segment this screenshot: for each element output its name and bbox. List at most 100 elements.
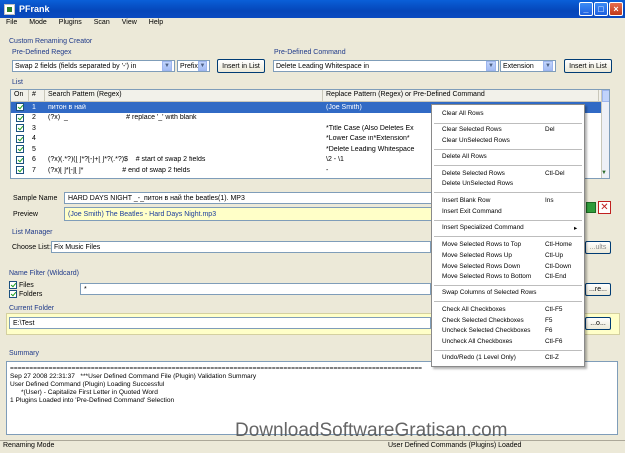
files-checkbox[interactable] (9, 281, 17, 289)
col-on[interactable]: On (11, 90, 29, 101)
row-checkbox[interactable] (16, 113, 24, 122)
summary-line: User Defined Command (Plugin) Loading Su… (10, 381, 165, 388)
menu-move-to-bottom[interactable]: Move Selected Rows to Bottom (442, 273, 531, 280)
shortcut-ctl-del: Ctl-Del (545, 170, 565, 177)
choose-list-select[interactable]: Fix Music Files (51, 241, 431, 253)
chevron-down-icon: ▼ (543, 61, 553, 71)
shortcut-ctl-f5: Ctl-F5 (545, 306, 563, 313)
name-filter-label: Name Filter (Wildcard) (9, 270, 80, 277)
status-mode: Renaming Mode (3, 442, 55, 449)
menu-move-to-top[interactable]: Move Selected Rows to Top (442, 241, 521, 248)
menu-clear-all-rows[interactable]: Clear All Rows (442, 110, 484, 117)
prefix-select[interactable]: Prefix ▼ (177, 60, 210, 72)
row-search[interactable]: (?x) _ # replace '_' with blank (45, 114, 323, 121)
row-checkbox[interactable] (16, 103, 24, 112)
preview-label: Preview (13, 211, 38, 218)
menu-separator (434, 165, 582, 166)
summary-line: Sep 27 2008 22:31:37 ***User Defined Com… (10, 373, 257, 380)
menu-separator (434, 149, 582, 150)
menu-separator (434, 123, 582, 124)
shortcut-ins: Ins (545, 197, 554, 204)
row-number: 3 (32, 124, 36, 132)
menu-check-selected[interactable]: Check Selected Checkboxes (442, 317, 524, 324)
status-plugins: User Defined Commands (Plugins) Loaded (388, 442, 522, 449)
sample-name-field[interactable]: HARD DAYS NIGHT _-_питон в най the beatl… (64, 192, 444, 204)
col-replace[interactable]: Replace Pattern (Regex) or Pre-Defined C… (323, 90, 599, 101)
insert-command-button[interactable]: Insert in List (564, 59, 612, 73)
menu-move-down[interactable]: Move Selected Rows Down (442, 263, 520, 270)
menu-plugins[interactable]: Plugins (53, 18, 88, 30)
menu-undo-redo[interactable]: Undo/Redo (1 Level Only) (442, 354, 516, 361)
wildcard-input[interactable]: * (80, 283, 431, 295)
row-number: 7 (32, 166, 36, 174)
menu-mode[interactable]: Mode (23, 18, 53, 30)
watermark-text: DownloadSoftwareGratisan.com (235, 420, 508, 441)
row-checkbox[interactable] (16, 145, 24, 154)
menu-delete-unselected-rows[interactable]: Delete UnSelected Rows (442, 180, 513, 187)
row-checkbox[interactable] (16, 124, 24, 133)
cancel-x-icon[interactable]: ✕ (598, 201, 611, 214)
prefix-select-value: Prefix (180, 62, 198, 70)
list-defaults-button[interactable]: ...ults (585, 241, 611, 254)
menu-delete-all-rows[interactable]: Delete All Rows (442, 153, 487, 160)
menu-clear-unselected-rows[interactable]: Clear UnSelected Rows (442, 137, 510, 144)
browse-folder-button[interactable]: ...o... (585, 317, 611, 330)
menu-separator (434, 301, 582, 302)
menu-move-up[interactable]: Move Selected Rows Up (442, 252, 512, 259)
menu-clear-selected-rows[interactable]: Clear Selected Rows (442, 126, 502, 133)
scroll-up-arrow[interactable] (602, 90, 609, 102)
folders-checkbox[interactable] (9, 290, 17, 298)
menu-view[interactable]: View (116, 18, 143, 30)
minimize-button[interactable]: _ (579, 2, 593, 16)
summary-line: *(User) - Capitalize First Letter in Quo… (10, 389, 158, 396)
menu-scan[interactable]: Scan (88, 18, 116, 30)
shortcut-f6: F6 (545, 327, 553, 334)
menu-insert-blank-row[interactable]: Insert Blank Row (442, 197, 490, 204)
menu-insert-specialized-command[interactable]: Insert Specialized Command (442, 224, 524, 231)
row-checkbox[interactable] (16, 134, 24, 143)
menu-uncheck-selected[interactable]: Uncheck Selected Checkboxes (442, 327, 530, 334)
folders-checkbox-row[interactable]: Folders (9, 290, 42, 298)
row-checkbox[interactable] (16, 166, 24, 175)
menu-help[interactable]: Help (143, 18, 169, 30)
summary-line: 1 Plugins Loaded into 'Pre-Defined Comma… (10, 397, 175, 404)
menu-separator (434, 350, 582, 351)
title-bar: PFrank _ □ × (0, 0, 625, 18)
shortcut-del: Del (545, 126, 555, 133)
row-number: 1 (32, 103, 36, 111)
current-folder-field[interactable]: E:\Test (9, 317, 431, 329)
scroll-down-arrow[interactable]: ▼ (601, 170, 607, 176)
menu-check-all[interactable]: Check All Checkboxes (442, 306, 506, 313)
menu-uncheck-all[interactable]: Uncheck All Checkboxes (442, 338, 512, 345)
filter-more-button[interactable]: ...re... (585, 283, 611, 296)
run-arrow-icon[interactable] (586, 202, 596, 213)
shortcut-ctl-f6: Ctl-F6 (545, 338, 563, 345)
close-button[interactable]: × (609, 2, 623, 16)
sample-label: Sample Name (13, 195, 58, 202)
menu-swap-columns[interactable]: Swap Columns of Selected Rows (442, 289, 536, 296)
table-header: On # Search Pattern (Regex) Replace Patt… (11, 90, 609, 102)
choose-list-label: Choose List: (12, 244, 51, 251)
col-search[interactable]: Search Pattern (Regex) (45, 90, 323, 101)
files-label: Files (19, 281, 34, 289)
row-search[interactable]: питон в най (45, 104, 323, 111)
files-checkbox-row[interactable]: Files (9, 281, 34, 289)
row-search[interactable]: (?x)(.*?)([ ]*?[-]+[ ]*?(.*?)$ # start o… (45, 156, 323, 163)
current-folder-label: Current Folder (9, 305, 55, 312)
menu-insert-exit-command[interactable]: Insert Exit Command (442, 208, 502, 215)
menu-delete-selected-rows[interactable]: Delete Selected Rows (442, 170, 505, 177)
menu-file[interactable]: File (0, 18, 23, 30)
col-num[interactable]: # (29, 90, 45, 101)
insert-regex-button[interactable]: Insert in List (217, 59, 265, 73)
menu-separator (434, 236, 582, 237)
regex-select[interactable]: Swap 2 fields (fields separated by '-') … (12, 60, 175, 72)
maximize-button[interactable]: □ (594, 2, 608, 16)
extension-select[interactable]: Extension ▼ (500, 60, 556, 72)
row-search[interactable]: (?x)[ ]*[-][ ]* # end of swap 2 fields (45, 167, 323, 174)
table-scrollbar[interactable] (601, 90, 609, 178)
chevron-down-icon: ▼ (197, 61, 207, 71)
row-checkbox[interactable] (16, 155, 24, 164)
regex-label: Pre-Defined Regex (12, 49, 72, 56)
command-select[interactable]: Delete Leading Whitespace in ▼ (273, 60, 499, 72)
shortcut-ctl-home: Ctl-Home (545, 241, 572, 248)
